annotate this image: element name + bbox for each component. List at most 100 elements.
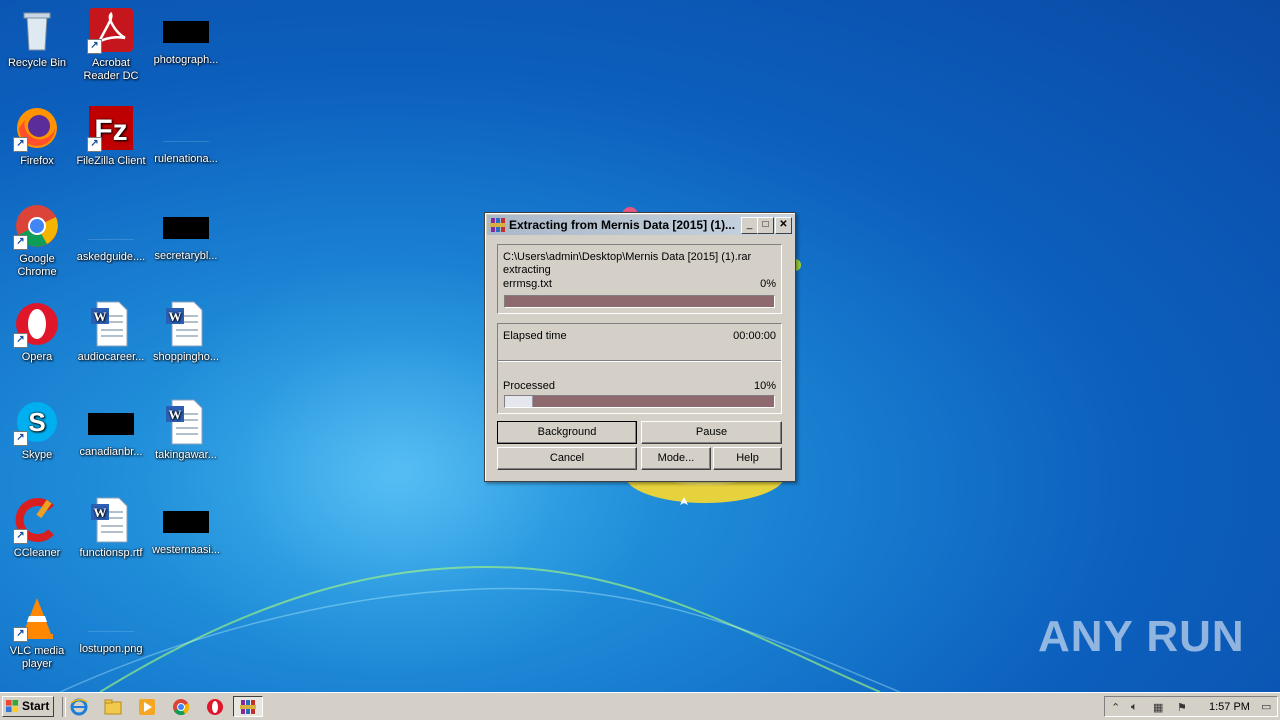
elapsed-time-value: 00:00:00 — [733, 330, 776, 342]
current-file: errmsg.txt — [503, 278, 552, 290]
action-label: extracting — [503, 264, 551, 276]
close-button[interactable]: ✕ — [775, 217, 792, 234]
desktop-icon-secretarybl[interactable]: secretarybl... — [149, 202, 223, 263]
icon-label: functionsp.rtf — [79, 547, 143, 559]
file-thumbnail-icon — [88, 609, 134, 632]
file-explorer-icon[interactable] — [104, 698, 122, 716]
svg-text:W: W — [94, 505, 107, 520]
desktop-icon-lostupon[interactable]: lostupon.png — [74, 594, 148, 656]
acrobat-icon: ↗ — [87, 6, 135, 54]
taskbar: Start ⌃ 🔈︎ ▦ ⚑ 1:57 PM ▭ — [0, 692, 1280, 720]
icon-label: secretarybl... — [154, 250, 218, 262]
icon-label: VLC media player — [9, 645, 65, 670]
chrome-icon: ↗ — [13, 202, 61, 250]
redacted-thumbnail-icon — [163, 217, 209, 239]
icon-label: westernaasi... — [152, 544, 220, 556]
clock[interactable]: 1:57 PM — [1209, 701, 1250, 713]
icon-label: Skype — [21, 449, 53, 461]
pause-button[interactable]: Pause — [641, 421, 782, 444]
winrar-app-icon — [490, 217, 506, 233]
word-document-icon: W — [162, 398, 210, 446]
shortcut-arrow-icon: ↗ — [13, 333, 28, 348]
cancel-button[interactable]: Cancel — [497, 447, 637, 470]
icon-label: Google Chrome — [17, 253, 57, 278]
archive-path: C:\Users\admin\Desktop\Mernis Data [2015… — [503, 251, 752, 263]
redacted-thumbnail-icon — [88, 413, 134, 435]
panel-divider — [498, 360, 781, 362]
mode-button[interactable]: Mode... — [641, 447, 711, 470]
redacted-thumbnail-icon — [163, 511, 209, 533]
dialog-title: Extracting from Mernis Data [2015] (1)..… — [509, 218, 736, 232]
start-button[interactable]: Start — [2, 696, 54, 717]
media-player-icon[interactable] — [138, 698, 156, 716]
action-center-flag-icon[interactable]: ⚑ — [1177, 701, 1187, 714]
file-progress-bar — [504, 295, 775, 308]
processed-label: Processed — [503, 380, 555, 392]
recycle-bin-icon — [13, 6, 61, 54]
background-button[interactable]: Background — [497, 421, 637, 444]
desktop-icon-photograph[interactable]: photograph... — [149, 6, 223, 67]
winrar-extract-dialog: Extracting from Mernis Data [2015] (1)..… — [484, 212, 796, 482]
chrome-taskbar-icon[interactable] — [172, 698, 190, 716]
desktop-icon-skype[interactable]: S ↗ Skype — [0, 398, 74, 462]
icon-label: CCleaner — [13, 547, 61, 559]
svg-text:S: S — [28, 407, 45, 437]
volume-icon[interactable]: 🔈︎ — [1131, 701, 1138, 714]
dialog-titlebar[interactable]: Extracting from Mernis Data [2015] (1)..… — [487, 215, 793, 235]
shortcut-arrow-icon: ↗ — [13, 431, 28, 446]
minimize-button[interactable]: _ — [741, 217, 758, 234]
redacted-thumbnail-icon — [163, 21, 209, 43]
taskbar-item-winrar[interactable] — [233, 696, 263, 717]
desktop-icon-filezilla[interactable]: Fz ↗ FileZilla Client — [74, 104, 148, 168]
maximize-icon: □ — [762, 219, 769, 230]
show-hidden-icons-icon[interactable]: ⌃ — [1111, 701, 1120, 714]
icon-label: takingawar... — [155, 449, 217, 461]
internet-explorer-icon[interactable] — [70, 698, 88, 716]
desktop-icon-shoppingho[interactable]: W shoppingho... — [149, 300, 223, 364]
icon-label: Acrobat Reader DC — [83, 57, 139, 82]
icon-label: canadianbr... — [79, 446, 143, 458]
elapsed-time-label: Elapsed time — [503, 330, 567, 342]
minimize-icon: _ — [746, 219, 753, 230]
processed-progress-bar — [504, 395, 775, 408]
file-progress-panel: C:\Users\admin\Desktop\Mernis Data [2015… — [497, 244, 782, 314]
icon-label: askedguide.... — [76, 251, 146, 263]
desktop-icon-google-chrome[interactable]: ↗ Google Chrome — [0, 202, 74, 279]
icon-label: audiocareer... — [77, 351, 145, 363]
shortcut-arrow-icon: ↗ — [13, 137, 28, 152]
desktop-icon-askedguide[interactable]: askedguide.... — [74, 202, 148, 264]
desktop-icon-functionsp[interactable]: W functionsp.rtf — [74, 496, 148, 560]
desktop-icon-opera[interactable]: ↗ Opera — [0, 300, 74, 364]
desktop-icon-acrobat[interactable]: ↗ Acrobat Reader DC — [74, 6, 148, 83]
icon-label: rulenationa... — [154, 153, 218, 165]
shortcut-arrow-icon: ↗ — [13, 529, 28, 544]
icon-label: FileZilla Client — [76, 155, 146, 167]
word-document-icon: W — [87, 300, 135, 348]
show-desktop-icon[interactable]: ▭ — [1261, 700, 1271, 713]
opera-icon: ↗ — [13, 300, 61, 348]
icon-label: photograph... — [153, 54, 219, 66]
skype-icon: S ↗ — [13, 398, 61, 446]
file-thumbnail-icon — [163, 119, 209, 142]
file-thumbnail-icon — [88, 217, 134, 240]
maximize-button[interactable]: □ — [757, 217, 774, 234]
word-document-icon: W — [87, 496, 135, 544]
taskbar-divider — [62, 697, 66, 717]
desktop-icon-westernaasi[interactable]: westernaasi... — [149, 496, 223, 557]
help-button[interactable]: Help — [713, 447, 782, 470]
filezilla-icon: Fz ↗ — [87, 104, 135, 152]
desktop-icon-ccleaner[interactable]: ↗ CCleaner — [0, 496, 74, 560]
desktop-icon-audiocareer[interactable]: W audiocareer... — [74, 300, 148, 364]
desktop-icon-rulenationa[interactable]: rulenationa... — [149, 104, 223, 166]
desktop-icon-takingawar[interactable]: W takingawar... — [149, 398, 223, 462]
anyrun-watermark: ANY RUN — [1038, 612, 1245, 661]
desktop-icon-recycle-bin[interactable]: Recycle Bin — [0, 6, 74, 70]
network-icon[interactable]: ▦ — [1153, 701, 1163, 714]
opera-taskbar-icon[interactable] — [206, 698, 224, 716]
desktop-icon-canadianbr[interactable]: canadianbr... — [74, 398, 148, 459]
desktop-icon-vlc[interactable]: ↗ VLC media player — [0, 594, 74, 671]
winrar-taskbar-icon — [240, 700, 256, 714]
close-icon: ✕ — [779, 219, 788, 230]
desktop-icon-firefox[interactable]: ↗ Firefox — [0, 104, 74, 168]
processed-percent: 10% — [753, 380, 776, 392]
